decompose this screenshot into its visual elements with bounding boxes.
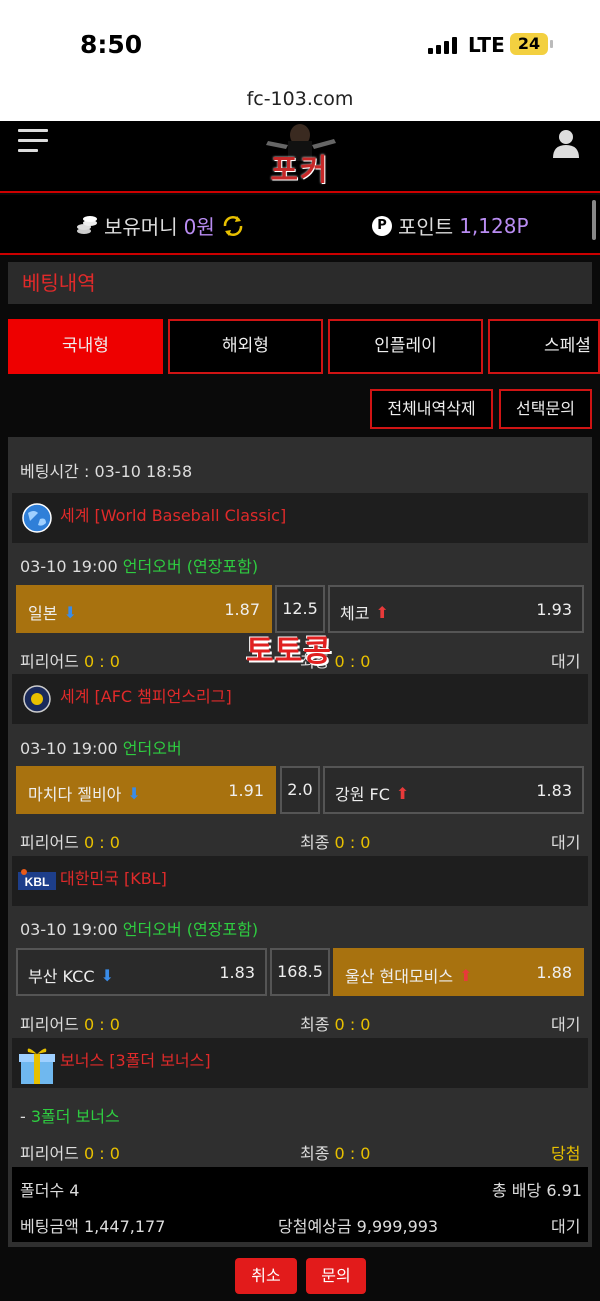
user-icon[interactable] bbox=[552, 129, 580, 159]
coins-icon bbox=[77, 215, 97, 234]
bet-amount: 베팅금액 1,447,177 bbox=[20, 1217, 166, 1236]
away-rate: 1.83 bbox=[536, 781, 572, 800]
under-arrow-icon: ⬇ bbox=[63, 602, 77, 622]
game-result: 대기 bbox=[551, 652, 581, 671]
signal-icon bbox=[428, 36, 457, 54]
globe-icon bbox=[22, 503, 52, 533]
bonus-result: 당첨 bbox=[551, 1144, 581, 1163]
home-rate: 1.91 bbox=[228, 781, 264, 800]
gift-icon bbox=[19, 1048, 55, 1084]
tab-domestic[interactable]: 국내형 bbox=[8, 319, 163, 374]
home-odd-button[interactable]: 부산 KCC ⬇ 1.83 bbox=[16, 948, 267, 996]
league-name: 보너스 [3폴더 보너스] bbox=[60, 1051, 211, 1070]
game-market: 언더오버 (연장포함) bbox=[122, 557, 259, 576]
point-group: P 포인트 1,128P bbox=[372, 211, 529, 240]
refresh-icon[interactable] bbox=[221, 214, 245, 238]
over-arrow-icon: ⬆ bbox=[375, 602, 389, 622]
site-header: 포커 bbox=[0, 121, 600, 193]
game-datetime: 03-10 19:00 bbox=[20, 739, 118, 758]
bet-type-tabs: 국내형 해외형 인플레이 스페셜 bbox=[8, 319, 600, 374]
home-rate: 1.83 bbox=[219, 963, 255, 982]
money-group: 보유머니 0원 bbox=[76, 211, 245, 240]
point-icon: P bbox=[372, 215, 392, 236]
period-score: 피리어드 0 : 0 bbox=[20, 1015, 120, 1034]
away-odd-button[interactable]: 울산 현대모비스 ⬆ 1.88 bbox=[333, 948, 584, 996]
under-arrow-icon: ⬇ bbox=[100, 965, 114, 985]
total-odds: 총 배당 6.91 bbox=[492, 1181, 582, 1200]
away-rate: 1.93 bbox=[536, 600, 572, 619]
game-datetime: 03-10 19:00 bbox=[20, 920, 118, 939]
away-team: 강원 FC bbox=[335, 785, 390, 804]
inquiry-button[interactable]: 문의 bbox=[306, 1258, 366, 1294]
game-info: 03-10 19:00 언더오버 (연장포함) bbox=[20, 553, 258, 577]
period-score: 피리어드 0 : 0 bbox=[20, 833, 120, 852]
kbl-logo-icon: KBL bbox=[18, 869, 56, 890]
period-score: 피리어드 0 : 0 bbox=[20, 1144, 120, 1163]
url-bar[interactable]: fc-103.com bbox=[0, 88, 600, 121]
game-market: 언더오버 bbox=[122, 739, 182, 758]
game-datetime: 03-10 19:00 bbox=[20, 557, 118, 576]
bet-status: 대기 bbox=[551, 1217, 581, 1236]
league-name: 세계 [World Baseball Classic] bbox=[60, 506, 287, 525]
away-team: 울산 현대모비스 bbox=[345, 967, 454, 986]
point-label: 포인트 bbox=[398, 215, 454, 239]
game-result: 대기 bbox=[551, 1015, 581, 1034]
line-value: 2.0 bbox=[280, 766, 320, 814]
over-arrow-icon: ⬆ bbox=[459, 965, 473, 985]
afc-logo-icon bbox=[23, 685, 51, 713]
under-arrow-icon: ⬇ bbox=[127, 783, 141, 803]
home-odd-button[interactable]: 마치다 젤비아 ⬇ 1.91 bbox=[16, 766, 276, 814]
away-rate: 1.88 bbox=[536, 963, 572, 982]
final-score: 최종 0 : 0 bbox=[300, 1015, 371, 1034]
home-team: 일본 bbox=[28, 604, 58, 623]
wallet-bar: 보유머니 0원 P 포인트 1,128P bbox=[0, 195, 600, 255]
home-odd-button[interactable]: 일본 ⬇ 1.87 bbox=[16, 585, 272, 633]
status-bar: 8:50 LTE 24 bbox=[0, 0, 600, 88]
period-score: 피리어드 0 : 0 bbox=[20, 652, 120, 671]
bonus-item: - 3폴더 보너스 bbox=[20, 1107, 120, 1126]
tab-overseas[interactable]: 해외형 bbox=[168, 319, 323, 374]
battery-icon: 24 bbox=[510, 33, 553, 55]
money-label: 보유머니 bbox=[104, 215, 178, 239]
scrollbar[interactable] bbox=[592, 200, 596, 240]
away-odd-button[interactable]: 체코 ⬆ 1.93 bbox=[328, 585, 584, 633]
league-name: 대한민국 [KBL] bbox=[60, 869, 167, 888]
line-value: 168.5 bbox=[270, 948, 330, 996]
point-value: 1,128P bbox=[459, 213, 529, 238]
money-value: 0원 bbox=[183, 215, 215, 239]
home-team: 마치다 젤비아 bbox=[28, 785, 122, 804]
folder-count: 폴더수 4 bbox=[20, 1181, 80, 1200]
home-team: 부산 KCC bbox=[28, 967, 95, 986]
final-score: 최종 0 : 0 bbox=[300, 833, 371, 852]
game-info: 03-10 19:00 언더오버 bbox=[20, 735, 182, 759]
delete-all-button[interactable]: 전체내역삭제 bbox=[370, 389, 493, 429]
status-time: 8:50 bbox=[80, 30, 143, 59]
final-score: 최종 0 : 0 bbox=[300, 1144, 371, 1163]
over-arrow-icon: ⬆ bbox=[395, 783, 410, 803]
network-type: LTE bbox=[468, 33, 505, 57]
home-rate: 1.87 bbox=[224, 600, 260, 619]
game-result: 대기 bbox=[551, 833, 581, 852]
hamburger-icon[interactable] bbox=[18, 129, 48, 155]
away-odd-button[interactable]: 강원 FC ⬆ 1.83 bbox=[323, 766, 584, 814]
bet-time: 베팅시간 : 03-10 18:58 bbox=[20, 462, 193, 481]
watermark: 토토콩 bbox=[246, 634, 332, 669]
inquiry-selected-button[interactable]: 선택문의 bbox=[499, 389, 592, 429]
away-team: 체코 bbox=[340, 604, 370, 623]
tab-special[interactable]: 스페셜 bbox=[488, 319, 600, 374]
tab-inplay[interactable]: 인플레이 bbox=[328, 319, 483, 374]
expected-win: 당첨예상금 9,999,993 bbox=[278, 1217, 439, 1236]
cancel-button[interactable]: 취소 bbox=[235, 1258, 297, 1294]
game-market: 언더오버 (연장포함) bbox=[122, 920, 259, 939]
game-info: 03-10 19:00 언더오버 (연장포함) bbox=[20, 916, 258, 940]
page-title: 베팅내역 bbox=[8, 262, 592, 304]
svg-text:KBL: KBL bbox=[25, 875, 50, 889]
league-name: 세계 [AFC 챔피언스리그] bbox=[60, 687, 232, 706]
battery-level: 24 bbox=[517, 34, 541, 53]
site-logo[interactable]: 포커 bbox=[240, 145, 360, 189]
